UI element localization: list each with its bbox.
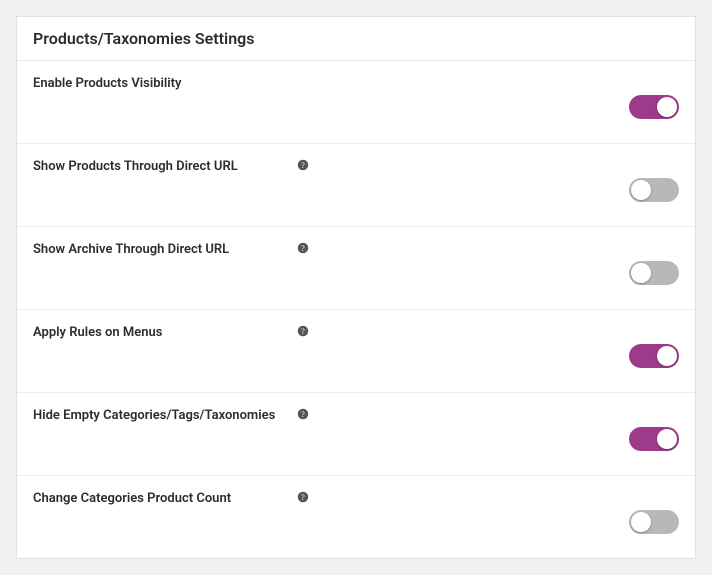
- help-placeholder: [297, 76, 311, 95]
- setting-label: Apply Rules on Menus: [33, 324, 293, 343]
- toggle-show-products-direct-url[interactable]: [629, 178, 679, 202]
- setting-label: Change Categories Product Count: [33, 490, 293, 509]
- setting-label: Hide Empty Categories/Tags/Taxonomies: [33, 407, 293, 426]
- panel-title: Products/Taxonomies Settings: [17, 17, 695, 61]
- setting-control: [309, 324, 679, 368]
- toggle-apply-rules-menus[interactable]: [629, 344, 679, 368]
- svg-text:?: ?: [301, 244, 305, 253]
- toggle-show-archive-direct-url[interactable]: [629, 261, 679, 285]
- toggle-change-categories-count[interactable]: [629, 510, 679, 534]
- setting-row: Change Categories Product Count ?: [17, 476, 695, 558]
- setting-row: Show Archive Through Direct URL ?: [17, 227, 695, 310]
- setting-control: [309, 407, 679, 451]
- help-icon[interactable]: ?: [297, 491, 309, 503]
- svg-text:?: ?: [301, 493, 305, 502]
- setting-label: Show Archive Through Direct URL: [33, 241, 293, 260]
- help-icon[interactable]: ?: [297, 159, 309, 171]
- help-icon[interactable]: ?: [297, 325, 309, 337]
- setting-row: Hide Empty Categories/Tags/Taxonomies ?: [17, 393, 695, 476]
- setting-control: [309, 241, 679, 285]
- setting-row: Show Products Through Direct URL ?: [17, 144, 695, 227]
- help-icon[interactable]: ?: [297, 408, 309, 420]
- setting-row: Apply Rules on Menus ?: [17, 310, 695, 393]
- svg-text:?: ?: [301, 410, 305, 419]
- setting-control: [309, 158, 679, 202]
- setting-row: Enable Products Visibility: [17, 61, 695, 144]
- setting-control: [309, 490, 679, 534]
- svg-text:?: ?: [301, 327, 305, 336]
- setting-label: Show Products Through Direct URL: [33, 158, 293, 177]
- setting-label: Enable Products Visibility: [33, 75, 293, 94]
- setting-control: [311, 75, 679, 119]
- svg-text:?: ?: [301, 161, 305, 170]
- toggle-hide-empty-categories[interactable]: [629, 427, 679, 451]
- help-icon[interactable]: ?: [297, 242, 309, 254]
- settings-panel: Products/Taxonomies Settings Enable Prod…: [16, 16, 696, 559]
- toggle-enable-products-visibility[interactable]: [629, 95, 679, 119]
